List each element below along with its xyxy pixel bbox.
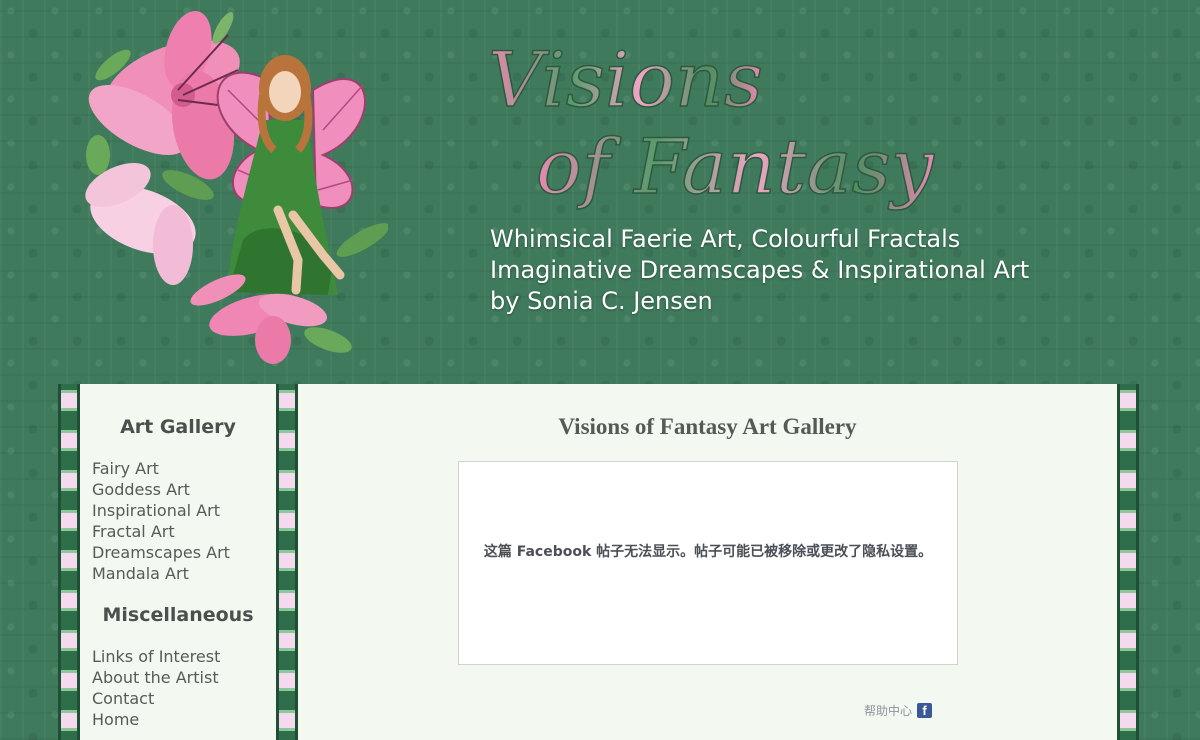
fairy-artwork-image [85, 10, 388, 364]
facebook-icon: f [917, 703, 933, 718]
nav-link-inspirational-art[interactable]: Inspirational Art [92, 500, 230, 521]
nav-heading-art-gallery: Art Gallery [120, 416, 236, 438]
site-logo[interactable]: Visions of Fantasy [488, 18, 988, 223]
page-title: Visions of Fantasy Art Gallery [558, 414, 857, 439]
sidebar-nav: Art Gallery Fairy Art Goddess Art Inspir… [80, 384, 276, 740]
tagline-line-2: Imaginative Dreamscapes & Inspirational … [490, 256, 1030, 284]
nav-link-home[interactable]: Home [92, 709, 220, 730]
nav-link-mandala-art[interactable]: Mandala Art [92, 563, 230, 584]
nav-list-miscellaneous: Links of Interest About the Artist Conta… [92, 646, 220, 730]
nav-link-dreamscapes-art[interactable]: Dreamscapes Art [92, 542, 230, 563]
nav-link-contact[interactable]: Contact [92, 688, 220, 709]
decorative-border-middle [276, 384, 298, 740]
tagline-line-1: Whimsical Faerie Art, Colourful Fractals [490, 225, 961, 253]
site-tagline: Whimsical Faerie Art, Colourful Fractals… [490, 224, 1050, 317]
help-center-label: 帮助中心 [864, 704, 913, 718]
facebook-unavailable-message: 这篇 Facebook 帖子无法显示。帖子可能已被移除或更改了隐私设置。 [483, 544, 933, 560]
logo-text-line-2: of Fantasy [536, 122, 935, 211]
nav-link-links-of-interest[interactable]: Links of Interest [92, 646, 220, 667]
site-header: Visions of Fantasy Whimsical Faerie Art,… [0, 0, 1200, 384]
main-content: Visions of Fantasy Art Gallery 这篇 Facebo… [298, 384, 1117, 740]
facebook-help-center-link[interactable]: 帮助中心 f [864, 702, 933, 719]
nav-link-fairy-art[interactable]: Fairy Art [92, 458, 230, 479]
nav-heading-miscellaneous: Miscellaneous [102, 604, 254, 626]
logo-text-line-1: Visions [488, 35, 763, 124]
facebook-post-embed: 这篇 Facebook 帖子无法显示。帖子可能已被移除或更改了隐私设置。 [458, 461, 958, 665]
decorative-border-left [58, 384, 80, 740]
decorative-border-right [1117, 384, 1139, 740]
nav-list-art-gallery: Fairy Art Goddess Art Inspirational Art … [92, 458, 230, 584]
nav-link-goddess-art[interactable]: Goddess Art [92, 479, 230, 500]
nav-link-fractal-art[interactable]: Fractal Art [92, 521, 230, 542]
tagline-line-3: by Sonia C. Jensen [490, 287, 713, 315]
nav-link-about-the-artist[interactable]: About the Artist [92, 667, 220, 688]
